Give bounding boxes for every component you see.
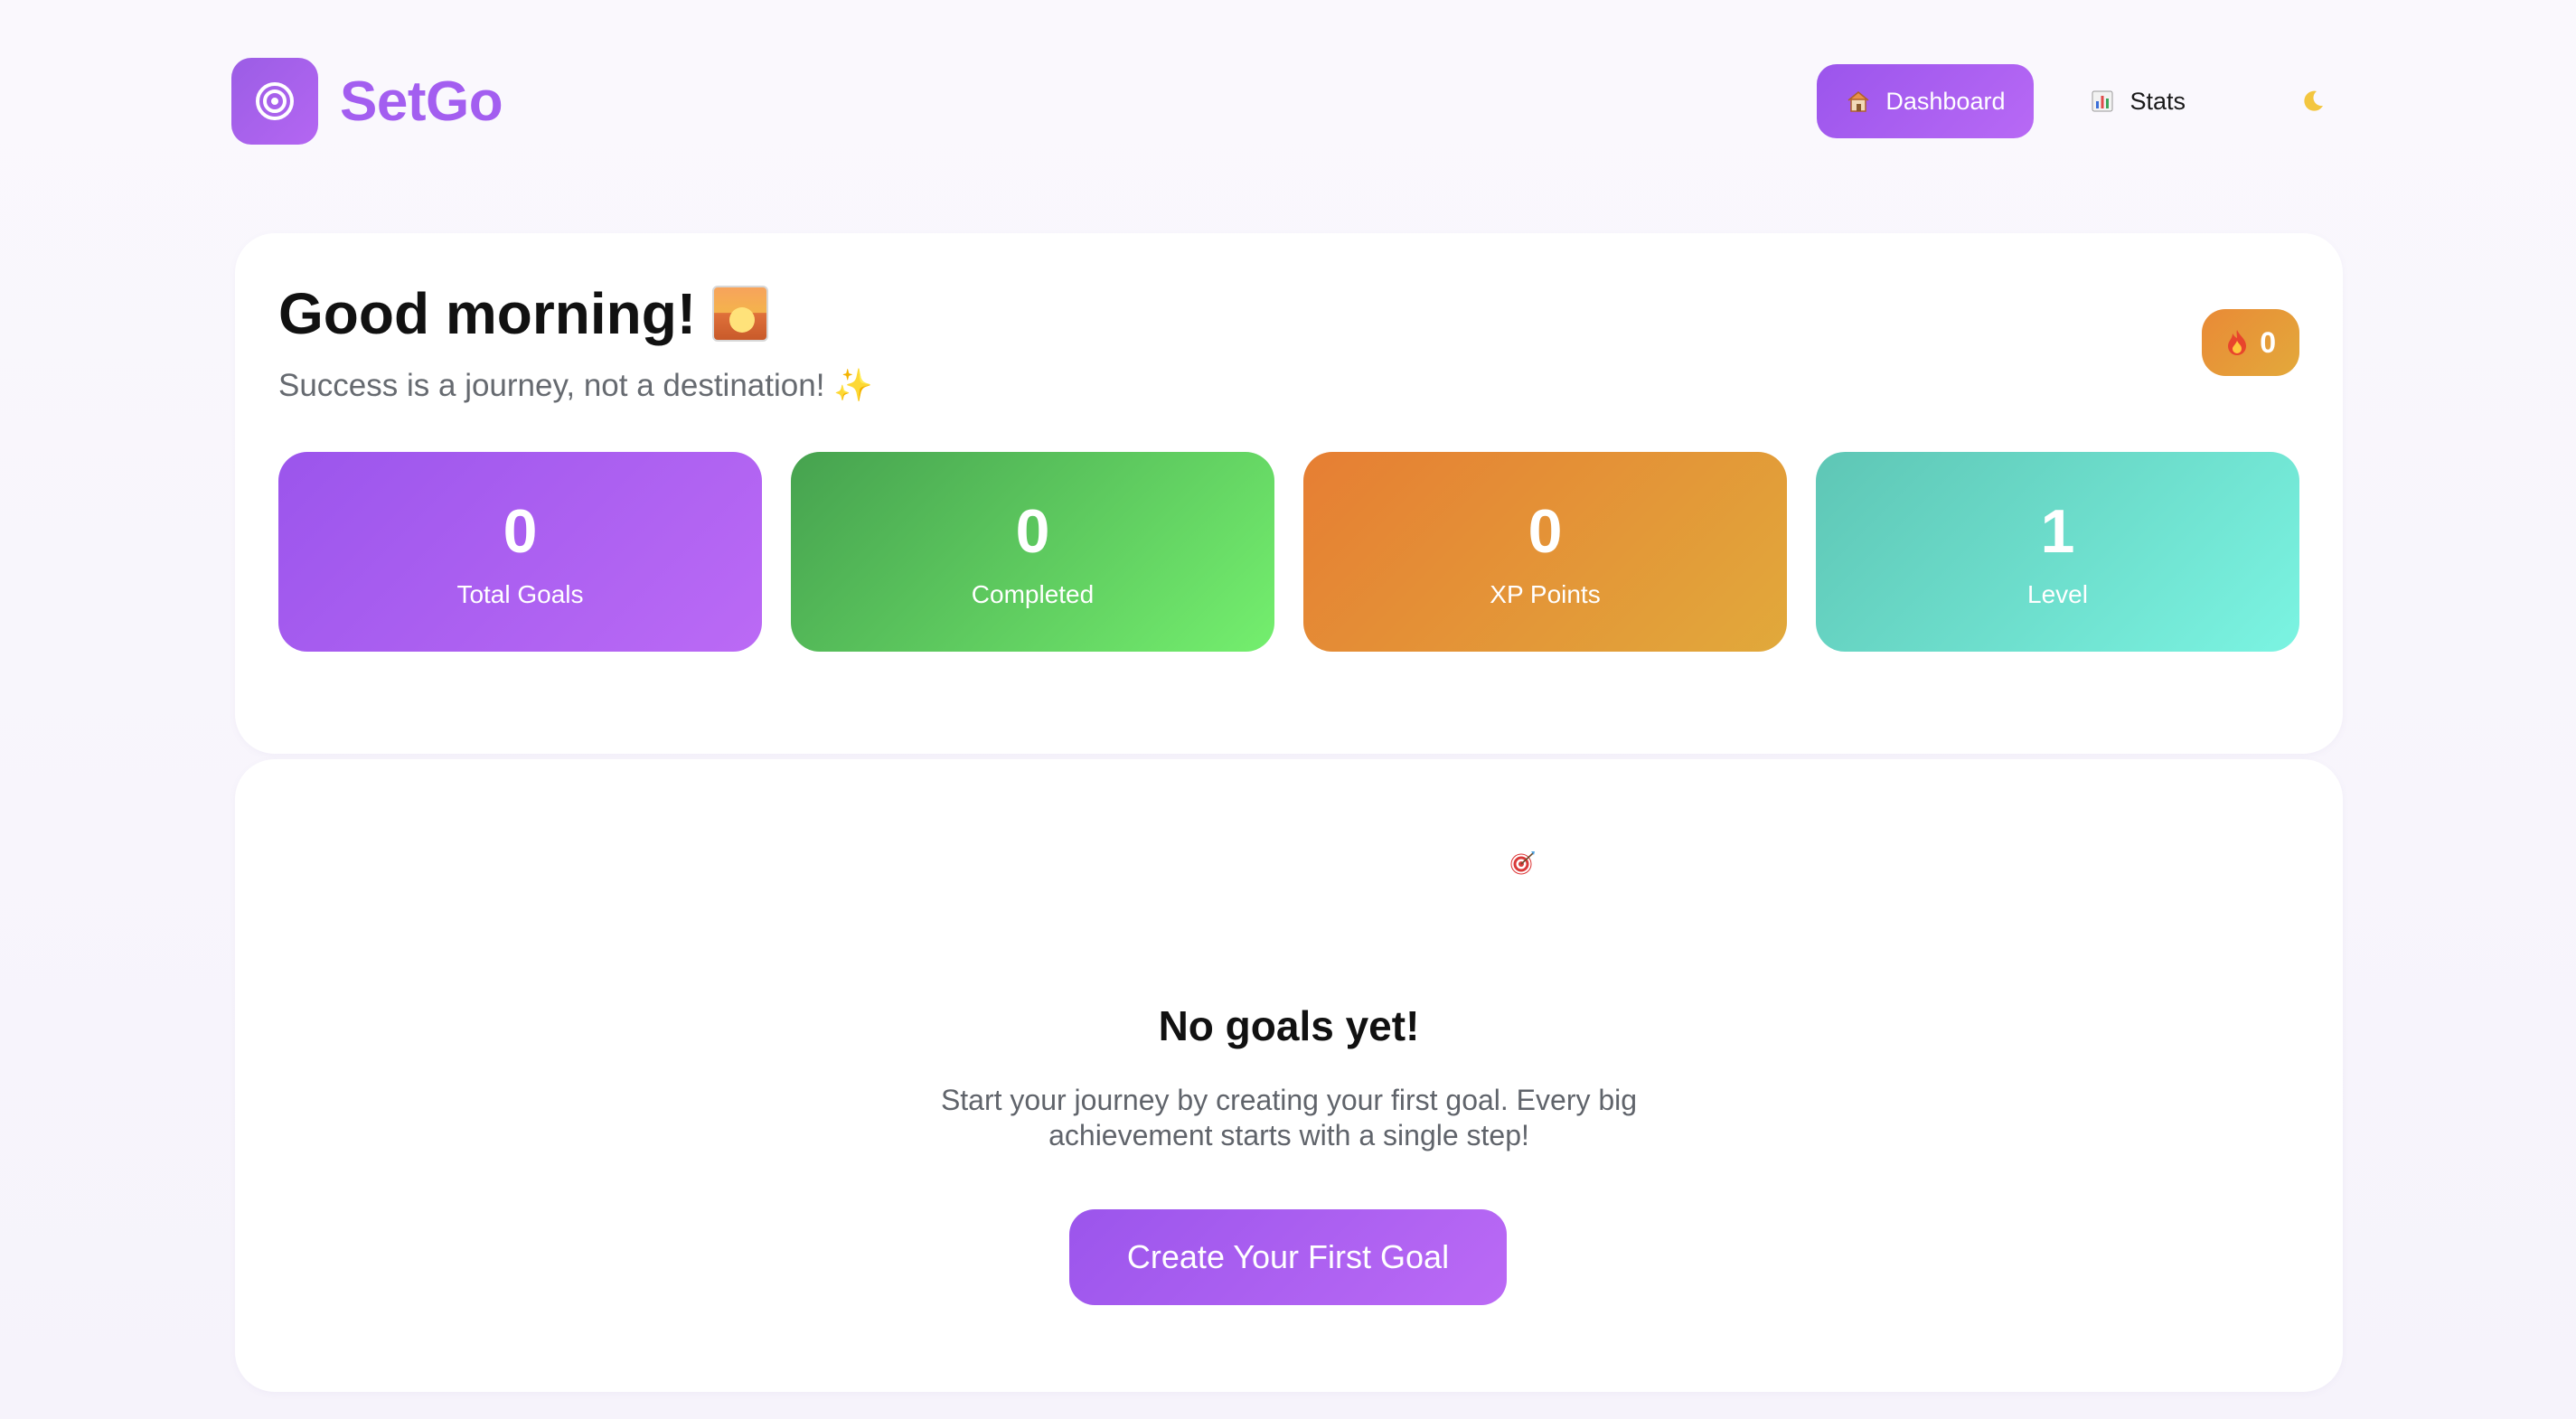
stat-value: 0 — [1528, 496, 1563, 566]
sunrise-icon — [712, 286, 769, 342]
stats-row: 0 Total Goals 0 Completed 0 XP Points 1 … — [278, 452, 2299, 652]
stat-label: Completed — [971, 579, 1095, 608]
stat-card-total-goals: 0 Total Goals — [278, 452, 762, 652]
theme-toggle-button[interactable] — [2281, 70, 2345, 133]
welcome-card: Good morning! Success is a journey, not … — [235, 233, 2343, 754]
logo — [231, 58, 318, 145]
streak-count: 0 — [2260, 325, 2276, 359]
empty-state-description: Start your journey by creating your firs… — [940, 1084, 1638, 1151]
stat-value: 1 — [2040, 496, 2075, 566]
target-icon — [1510, 851, 1535, 875]
nav-stats-button[interactable]: Stats — [2061, 64, 2214, 138]
empty-state-card: No goals yet! Start your journey by crea… — [235, 759, 2343, 1392]
nav-dashboard-button[interactable]: Dashboard — [1817, 64, 2035, 138]
main-nav: Dashboard Stats — [1817, 64, 2345, 138]
stat-value: 0 — [1015, 496, 1050, 566]
stat-value: 0 — [503, 496, 538, 566]
app-header: SetGo Dashboard Stats — [231, 58, 2345, 145]
stat-label: Level — [2027, 579, 2088, 608]
moon-icon — [2304, 90, 2323, 111]
stat-card-xp-points: 0 XP Points — [1303, 452, 1787, 652]
stat-label: XP Points — [1490, 579, 1601, 608]
create-first-goal-button[interactable]: Create Your First Goal — [1069, 1209, 1507, 1305]
greeting-text: Good morning! — [278, 281, 697, 346]
motivational-subtitle: Success is a journey, not a destination!… — [278, 368, 873, 403]
empty-state-title: No goals yet! — [1158, 1002, 1420, 1049]
stat-card-level: 1 Level — [1816, 452, 2299, 652]
stat-label: Total Goals — [456, 579, 584, 608]
brand-name: SetGo — [340, 70, 503, 133]
greeting-heading: Good morning! — [278, 280, 769, 347]
target-icon — [256, 82, 294, 120]
nav-stats-label: Stats — [2129, 87, 2186, 115]
nav-dashboard-label: Dashboard — [1885, 87, 2006, 115]
fire-icon — [2228, 330, 2247, 355]
streak-badge: 0 — [2202, 309, 2299, 376]
stat-card-completed: 0 Completed — [791, 452, 1274, 652]
house-icon — [1847, 91, 1869, 112]
bar-chart-icon — [2092, 90, 2113, 112]
brand[interactable]: SetGo — [231, 58, 503, 145]
